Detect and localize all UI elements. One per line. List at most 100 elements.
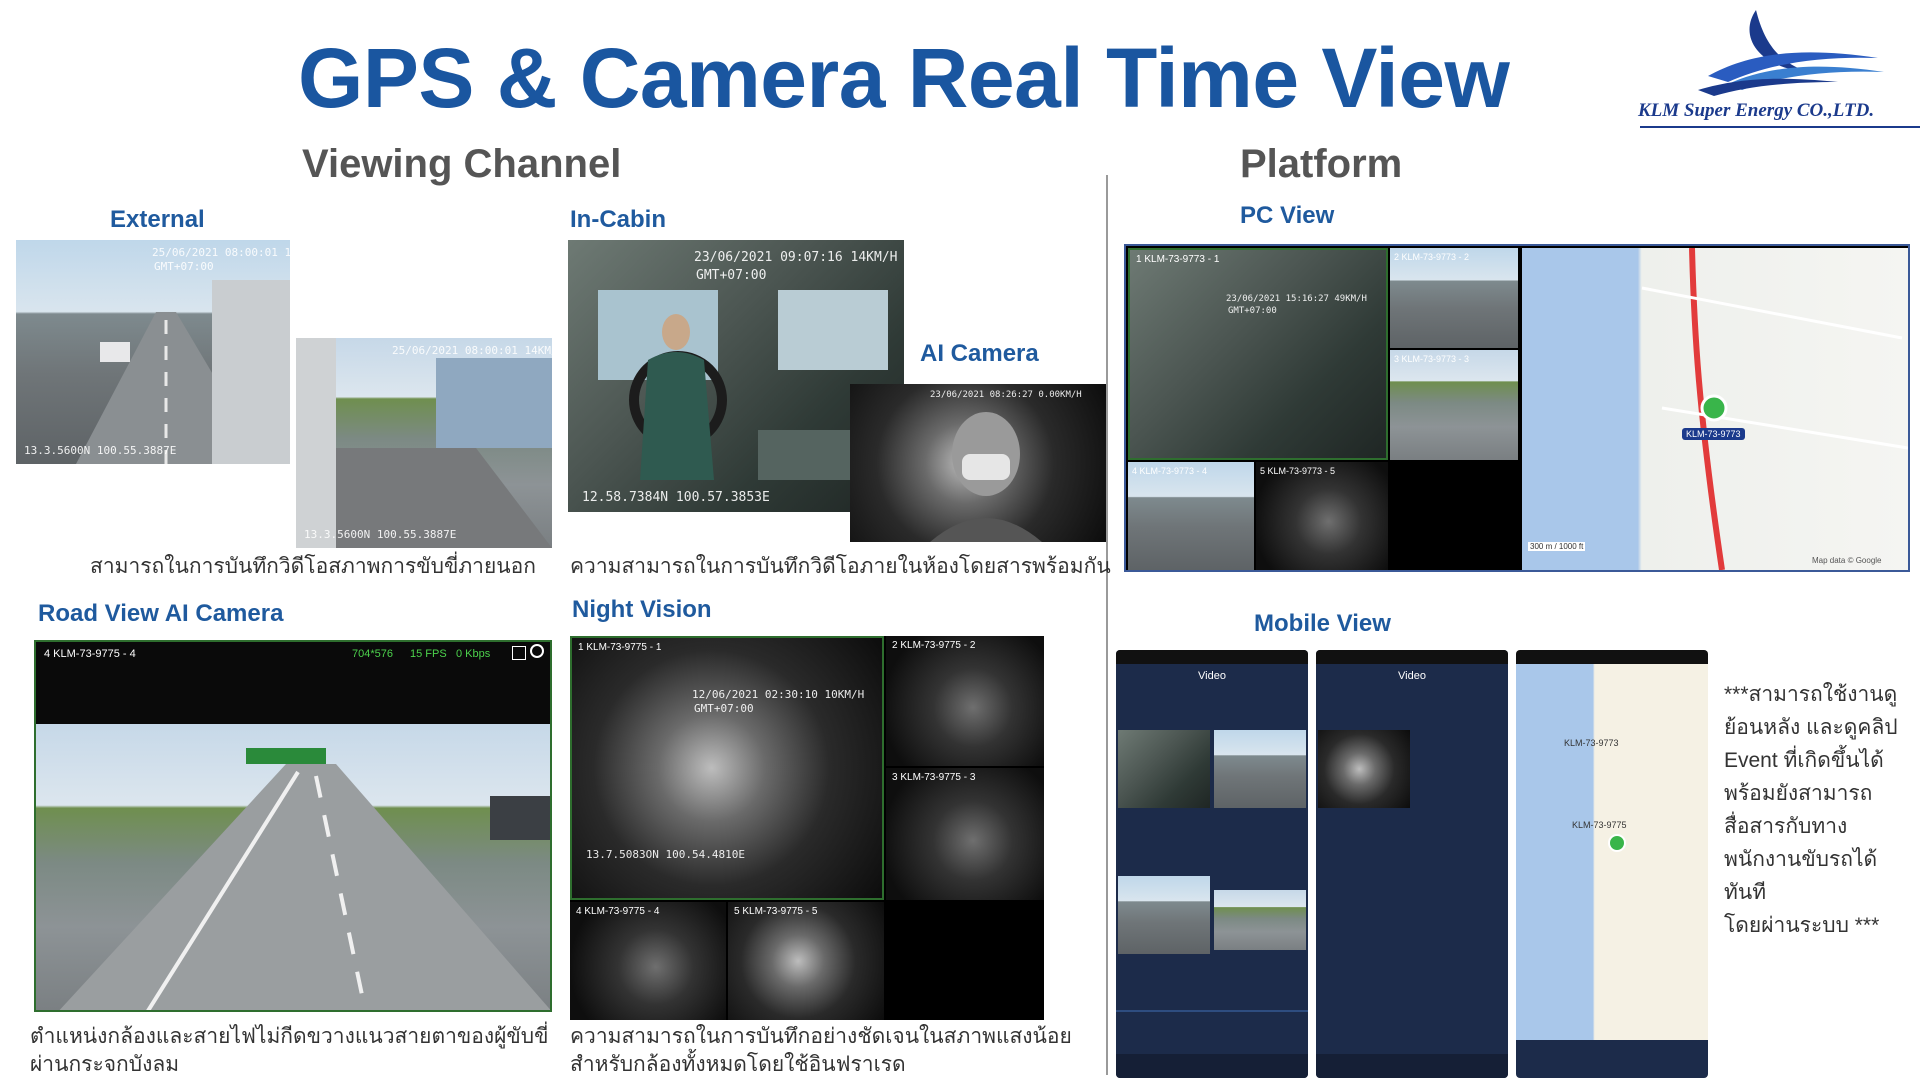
external-caption: สามารถในการบันทึกวิดีโอสภาพการขับขี่ภายน… (90, 555, 536, 578)
pc-tile-5[interactable]: 5 KLM-73-9773 - 5 (1256, 462, 1388, 570)
road-view-caption-line1: ตำแหน่งกล้องและสายไฟไม่กีดขวางแนวสายตาขอ… (30, 1025, 549, 1048)
road-lanes-graphic (76, 280, 290, 464)
status-bar (1316, 650, 1508, 664)
nav-bar (1116, 1054, 1308, 1078)
road-side-graphic (296, 338, 552, 548)
osd-gps: 13.3.5600N 100.55.3887E (24, 444, 177, 457)
page-title: GPS & Camera Real Time View (298, 31, 1510, 125)
night-tile-1[interactable]: 1 KLM-73-9775 - 1 12/06/2021 02:30:10 10… (570, 636, 884, 900)
road-scene (36, 724, 550, 1010)
road-view-label: Road View AI Camera (38, 600, 284, 627)
mobile-screen-3: KLM-73-9773 KLM-73-9775 (1516, 650, 1708, 1078)
company-name: KLM Super Energy CO.,LTD. (1638, 100, 1875, 121)
osd-timezone: GMT+07:00 (154, 260, 214, 273)
night-vision-caption-line1: ความสามารถในการบันทึกอย่างชัดเจนในสภาพแส… (570, 1025, 1072, 1048)
osd-timezone: GMT+07:00 (694, 702, 754, 715)
night-tile-5[interactable]: 5 KLM-73-9775 - 5 (728, 902, 884, 1020)
scale-feet: 1000 ft (1558, 542, 1584, 551)
section-divider (1106, 175, 1108, 1075)
status-bar (1116, 650, 1308, 664)
osd-timestamp: 23/06/2021 08:26:27 0.00KM/H (930, 390, 1082, 400)
mobile-screen-1: Video (1116, 650, 1308, 1078)
pc-tile-2[interactable]: 2 KLM-73-9773 - 2 (1390, 248, 1518, 348)
feature-note: ***สามารถใช้งานดู ย้อนหลัง และดูคลิป Eve… (1724, 678, 1914, 942)
highway-graphic (59, 748, 550, 1010)
night-tile-3[interactable]: 3 KLM-73-9775 - 3 (886, 768, 1044, 900)
mobile-screen-2: Video (1316, 650, 1508, 1078)
screen-title: Video (1198, 670, 1226, 682)
tile-label: 4 KLM-73-9775 - 4 (576, 906, 660, 917)
resolution-readout: 704*576 (352, 648, 393, 660)
tile-label: 2 KLM-73-9775 - 2 (892, 640, 976, 651)
pager-divider (1116, 1010, 1308, 1012)
note-line: ***สามารถใช้งานดู (1724, 683, 1898, 706)
road-view-camera-frame: 4 KLM-73-9775 - 4 704*576 15 FPS 0 Kbps (34, 640, 552, 1012)
logo-underline (1640, 126, 1920, 128)
mobile-map[interactable]: KLM-73-9773 KLM-73-9775 (1516, 664, 1708, 1040)
night-vision-grid: 1 KLM-73-9775 - 1 12/06/2021 02:30:10 10… (570, 636, 1044, 1020)
osd-timestamp: 23/06/2021 09:07:16 14KM/H (694, 250, 898, 265)
nav-bar (1316, 1054, 1508, 1078)
ai-camera-label: AI Camera (920, 340, 1039, 367)
osd-timestamp: 25/06/2021 08:00:01 14KM/H (152, 246, 290, 259)
mobile-tile[interactable] (1214, 730, 1306, 808)
osd-timezone: GMT+07:00 (696, 268, 767, 283)
osd-timezone: GMT+07:00 (1228, 306, 1277, 316)
vehicle-marker-icon[interactable] (1608, 834, 1626, 852)
vehicle-label-1: KLM-73-9773 (1564, 738, 1619, 748)
note-line: Event ที่เกิดขึ้นได้ (1724, 749, 1884, 772)
external-camera-frame-2: 25/06/2021 08:00:01 14KM/H 13.3.5600N 10… (296, 338, 552, 548)
vehicle-label-2: KLM-73-9775 (1572, 820, 1627, 830)
bitrate-readout: 0 Kbps (456, 648, 491, 660)
note-line: พนักงานขับรถได้ทันที (1724, 848, 1878, 904)
pc-tile-4[interactable]: 4 KLM-73-9773 - 4 (1128, 462, 1254, 570)
note-line: ย้อนหลัง และดูคลิป (1724, 716, 1898, 739)
tile-label: 4 KLM-73-9773 - 4 (1132, 466, 1208, 476)
pc-view-panel: 1 KLM-73-9773 - 1 23/06/2021 15:16:27 49… (1124, 244, 1910, 572)
tile-label: 5 KLM-73-9773 - 5 (1260, 466, 1336, 476)
bottom-tab-bar (1516, 1040, 1708, 1078)
in-cabin-label: In-Cabin (570, 206, 666, 233)
vehicle-marker-label: KLM-73-9773 (1682, 428, 1745, 440)
tile-label: 3 KLM-73-9775 - 3 (892, 772, 976, 783)
company-logo: KLM Super Energy CO.,LTD. (1638, 6, 1920, 128)
viewing-channel-heading: Viewing Channel (302, 142, 622, 186)
osd-timestamp: 23/06/2021 15:16:27 49KM/H (1226, 294, 1367, 304)
fullscreen-icon[interactable] (512, 646, 526, 660)
night-vision-caption-line2: สำหรับกล้องทั้งหมดโดยใช้อินฟราเรด (570, 1053, 906, 1076)
mobile-tile[interactable] (1318, 730, 1410, 808)
tile-label: 3 KLM-73-9773 - 3 (1394, 354, 1470, 364)
mobile-tile[interactable] (1214, 890, 1306, 950)
note-line: พร้อมยังสามารถ (1724, 782, 1873, 805)
ai-camera-frame: 23/06/2021 08:26:27 0.00KM/H (850, 384, 1106, 542)
zoom-icon[interactable] (530, 644, 544, 658)
logo-wave-icon (1698, 10, 1884, 96)
night-vision-label: Night Vision (572, 596, 712, 623)
osd-gps: 13.7.5083ON 100.54.4810E (586, 848, 745, 861)
night-tile-4[interactable]: 4 KLM-73-9775 - 4 (570, 902, 726, 1020)
osd-gps: 13.3.5600N 100.55.3887E (304, 528, 457, 541)
screen-title: Video (1398, 670, 1426, 682)
scale-meters: 300 m (1530, 542, 1553, 551)
fps-readout: 15 FPS (410, 648, 447, 660)
tile-label: 1 KLM-73-9773 - 1 (1136, 254, 1220, 265)
note-line: สื่อสารกับทาง (1724, 815, 1848, 838)
road-view-caption-line2: ผ่านกระจกบังลม (30, 1053, 180, 1076)
tile-label: 5 KLM-73-9775 - 5 (734, 906, 818, 917)
driver-face-graphic (930, 412, 1042, 542)
external-label: External (110, 206, 205, 233)
in-cabin-caption: ความสามารถในการบันทึกวิดีโอภายในห้องโดยส… (570, 555, 1111, 578)
pc-map[interactable]: KLM-73-9773 300 m / 1000 ft Map data © G… (1522, 248, 1908, 570)
pc-tile-3[interactable]: 3 KLM-73-9773 - 3 (1390, 350, 1518, 460)
pc-view-label: PC View (1240, 202, 1335, 229)
mobile-tile[interactable] (1118, 730, 1210, 808)
night-tile-2[interactable]: 2 KLM-73-9775 - 2 (886, 636, 1044, 766)
tile-label: 4 KLM-73-9775 - 4 (44, 648, 136, 660)
note-line: โดยผ่านระบบ *** (1724, 914, 1880, 937)
mobile-view-label: Mobile View (1254, 610, 1391, 637)
platform-heading: Platform (1240, 142, 1403, 186)
osd-gps: 12.58.7384N 100.57.3853E (582, 490, 770, 505)
tile-label: 2 KLM-73-9773 - 2 (1394, 252, 1470, 262)
mobile-tile[interactable] (1118, 876, 1210, 954)
pc-tile-1[interactable]: 1 KLM-73-9773 - 1 23/06/2021 15:16:27 49… (1128, 248, 1388, 460)
